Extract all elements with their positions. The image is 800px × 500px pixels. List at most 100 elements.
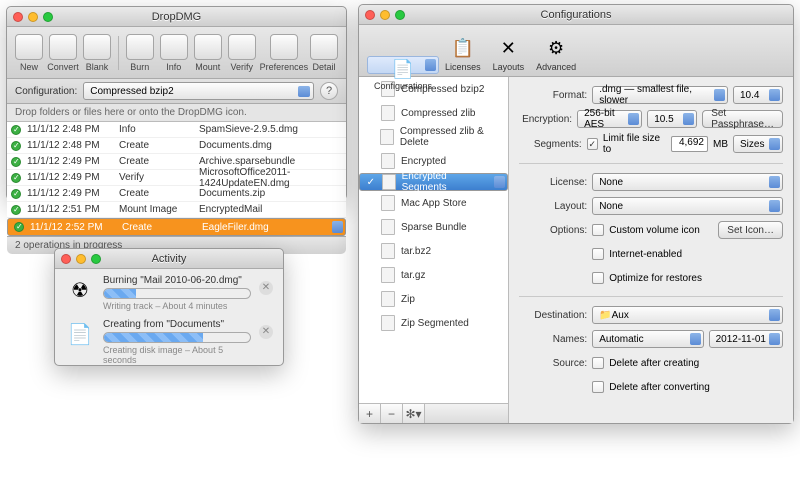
help-button[interactable]: ? — [320, 82, 338, 100]
config-popup[interactable]: Compressed bzip2 — [83, 82, 314, 100]
names-label: Names: — [519, 334, 587, 345]
drop-hint: Drop folders or files here or onto the D… — [7, 104, 346, 122]
blank-icon — [83, 34, 111, 60]
delete-after-creating-checkbox[interactable] — [592, 357, 604, 369]
activity-list: ☢Burning "Mail 2010-06-20.dmg"Writing tr… — [55, 269, 283, 379]
configurations-list[interactable]: Compressed bzip2Compressed zlibCompresse… — [359, 77, 509, 423]
remove-button[interactable]: − — [381, 404, 403, 423]
burn-icon — [126, 34, 154, 60]
sizes-popup[interactable]: Sizes — [733, 135, 783, 153]
date-format-popup[interactable]: 2012-11-01 — [709, 330, 783, 348]
titlebar[interactable]: DropDMG — [7, 7, 346, 27]
activity-item: 📄Creating from "Documents"Creating disk … — [65, 319, 273, 365]
verify-button[interactable]: Verify — [226, 32, 258, 74]
config-row[interactable]: ✓Encrypted Segments — [359, 173, 508, 191]
config-row[interactable]: Compressed zlib — [359, 101, 508, 125]
pref-tabs: 📄Configurations📋Licenses✕Layouts⚙Advance… — [359, 25, 793, 77]
format-label: Format: — [519, 90, 587, 101]
internet-enabled-checkbox[interactable] — [592, 248, 604, 260]
config-row[interactable]: Encrypted — [359, 149, 508, 173]
cancel-button[interactable]: ✕ — [259, 325, 273, 339]
log-row[interactable]: 11/1/12 2:52 PMCreateEagleFiler.dmg — [7, 218, 346, 236]
file-icon — [382, 174, 396, 190]
segment-size-field[interactable]: 4,692 — [671, 136, 708, 152]
new-icon — [15, 34, 43, 60]
layout-popup[interactable]: None — [592, 197, 783, 215]
new-button[interactable]: New — [13, 32, 45, 74]
names-popup[interactable]: Automatic — [592, 330, 703, 348]
configurations-icon: 📄 — [390, 59, 416, 80]
activity-window: Activity ☢Burning "Mail 2010-06-20.dmg"W… — [54, 248, 284, 366]
prefs-button[interactable]: Preferences — [262, 32, 306, 74]
file-icon — [381, 105, 395, 121]
source-label: Source: — [519, 358, 587, 369]
limit-filesize-checkbox[interactable]: ✓ — [587, 138, 598, 150]
tab-layouts[interactable]: ✕Layouts — [487, 33, 531, 74]
info-icon — [160, 34, 188, 60]
layout-label: Layout: — [519, 201, 587, 212]
convert-icon — [49, 34, 77, 60]
log-row[interactable]: 11/1/12 2:49 PMVerifyMicrosoftOffice2011… — [7, 170, 346, 186]
config-bar: Configuration: Compressed bzip2 ? — [7, 79, 346, 104]
file-icon — [381, 291, 395, 307]
license-popup[interactable]: None — [592, 173, 783, 191]
config-row[interactable]: tar.gz — [359, 263, 508, 287]
segments-label: Segments: — [519, 139, 581, 150]
action-menu-button[interactable]: ✻▾ — [403, 404, 425, 423]
log-table[interactable]: 11/1/12 2:48 PMInfoSpamSieve-2.9.5.dmg11… — [7, 122, 346, 236]
titlebar[interactable]: Configurations — [359, 5, 793, 25]
config-row[interactable]: Sparse Bundle — [359, 215, 508, 239]
config-row[interactable]: Compressed zlib & Delete — [359, 125, 508, 149]
config-row[interactable]: tar.bz2 — [359, 239, 508, 263]
success-icon — [14, 222, 24, 232]
file-icon — [381, 195, 395, 211]
log-row[interactable]: 11/1/12 2:48 PMInfoSpamSieve-2.9.5.dmg — [7, 122, 346, 138]
encryption-label: Encryption: — [519, 114, 572, 125]
format-version-popup[interactable]: 10.4 — [733, 86, 783, 104]
log-row[interactable]: 11/1/12 2:48 PMCreateDocuments.dmg — [7, 138, 346, 154]
tab-licenses[interactable]: 📋Licenses — [439, 33, 487, 74]
log-row[interactable]: 11/1/12 2:51 PMMount ImageEncryptedMail — [7, 202, 346, 218]
set-passphrase-button[interactable]: Set Passphrase… — [702, 110, 783, 128]
detail-button[interactable]: Detail — [308, 32, 340, 74]
format-popup[interactable]: .dmg — smallest file, slower — [592, 86, 728, 104]
config-row[interactable]: Zip — [359, 287, 508, 311]
custom-icon-checkbox[interactable] — [592, 224, 604, 236]
tab-configurations[interactable]: 📄Configurations — [367, 56, 439, 74]
file-icon — [381, 267, 395, 283]
file-icon — [380, 129, 394, 145]
titlebar[interactable]: Activity — [55, 249, 283, 269]
optimize-restores-checkbox[interactable] — [592, 272, 604, 284]
progress-bar — [103, 332, 251, 343]
convert-button[interactable]: Convert — [47, 32, 79, 74]
blank-button[interactable]: Blank — [81, 32, 113, 74]
configurations-window: Configurations 📄Configurations📋Licenses✕… — [358, 4, 794, 424]
info-button[interactable]: Info — [158, 32, 190, 74]
activity-icon: 📄 — [65, 319, 95, 349]
activity-item: ☢Burning "Mail 2010-06-20.dmg"Writing tr… — [65, 275, 273, 311]
dropdmg-window: DropDMG NewConvertBlank BurnInfoMountVeri… — [6, 6, 347, 200]
encryption-popup[interactable]: 256-bit AES — [577, 110, 642, 128]
delete-after-converting-checkbox[interactable] — [592, 381, 604, 393]
config-row[interactable]: Zip Segmented — [359, 311, 508, 335]
set-icon-button[interactable]: Set Icon… — [718, 221, 783, 239]
config-row[interactable]: Mac App Store — [359, 191, 508, 215]
burn-button[interactable]: Burn — [124, 32, 156, 74]
tab-advanced[interactable]: ⚙Advanced — [530, 33, 582, 74]
success-icon — [11, 189, 21, 199]
mount-button[interactable]: Mount — [192, 32, 224, 74]
toolbar: NewConvertBlank BurnInfoMountVerifyPrefer… — [7, 27, 346, 79]
cancel-button[interactable]: ✕ — [259, 281, 273, 295]
advanced-icon: ⚙ — [543, 35, 569, 61]
add-button[interactable]: + — [359, 404, 381, 423]
licenses-icon: 📋 — [450, 35, 476, 61]
verify-icon — [228, 34, 256, 60]
config-form: Format:.dmg — smallest file, slower10.4 … — [509, 77, 793, 423]
destination-popup[interactable]: 📁 Aux — [592, 306, 783, 324]
success-icon — [11, 173, 21, 183]
log-row[interactable]: 11/1/12 2:49 PMCreateDocuments.zip — [7, 186, 346, 202]
progress-bar — [103, 288, 251, 299]
config-label: Configuration: — [15, 86, 77, 97]
encryption-version-popup[interactable]: 10.5 — [647, 110, 697, 128]
layouts-icon: ✕ — [495, 35, 521, 61]
